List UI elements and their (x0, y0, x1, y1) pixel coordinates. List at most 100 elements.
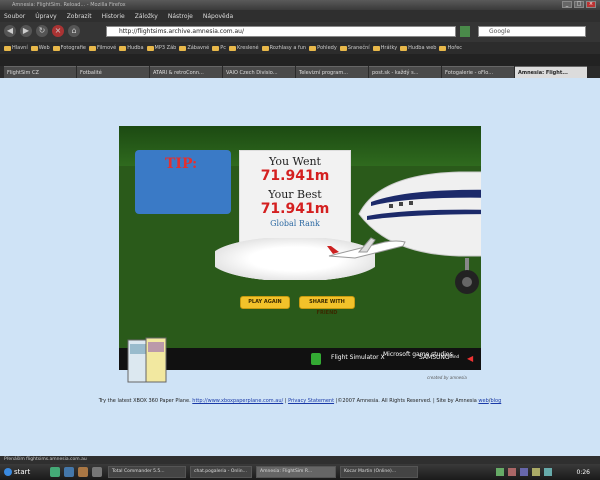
bookmark-folder[interactable]: Hrátky (372, 45, 397, 51)
quicklaunch-icon[interactable] (92, 467, 102, 477)
quicklaunch-icon[interactable] (50, 467, 60, 477)
bookmark-folder[interactable]: Fotografie (52, 45, 86, 51)
start-button[interactable]: start (2, 466, 42, 478)
folder-icon (229, 45, 237, 51)
taskbar-item-chat[interactable]: chat.pogaleria - Onlin... (190, 466, 252, 478)
start-label: start (14, 468, 31, 476)
tab-televizni[interactable]: Televizní program... (296, 66, 368, 78)
search-input[interactable]: Google (478, 26, 586, 37)
menu-soubor[interactable]: Soubor (4, 13, 25, 20)
tray-icon[interactable] (532, 468, 540, 476)
your-best-label: Your Best (268, 188, 322, 201)
maximize-button[interactable]: □ (574, 1, 584, 8)
toolbar-strip (0, 54, 600, 66)
tab-vaio[interactable]: VAIO Czech Divisio... (223, 66, 295, 78)
bookmark-folder[interactable]: Hudba (119, 45, 144, 51)
web-link[interactable]: web (478, 398, 488, 404)
tray-icon[interactable] (508, 468, 516, 476)
folder-icon (88, 45, 96, 51)
bookmark-label: Pohledy (317, 45, 337, 51)
blog-link[interactable]: blog (490, 398, 501, 404)
quicklaunch-icon[interactable] (64, 467, 74, 477)
landing-gear-icon (455, 258, 479, 294)
tab-fotogalerie[interactable]: Fotogalerie - oFlo... (442, 66, 514, 78)
url-text: http://flightsims.archive.amnesia.com.au… (119, 28, 245, 35)
reload-icon[interactable]: ↻ (36, 25, 48, 37)
taskbar-item-total-commander[interactable]: Total Commander 5.5... (108, 466, 186, 478)
folder-icon (146, 45, 154, 51)
taskbar: start Total Commander 5.5... chat.pogale… (0, 464, 600, 480)
taskbar-item-kocar[interactable]: Kocar Martin (Online)... (340, 466, 418, 478)
bookmarks-bar: Hlavní Web Fotografie Filmové Hudba MP3 … (0, 42, 600, 54)
folder-icon (372, 45, 380, 51)
bookmark-folder[interactable]: Zábavné (179, 45, 209, 51)
bookmark-label: Rozhlasy a fun (269, 45, 307, 51)
tab-atari[interactable]: ATARI & retroConn... (150, 66, 222, 78)
bookmark-folder[interactable]: Sraneční (339, 45, 370, 51)
search-placeholder: Google (489, 28, 511, 35)
bookmark-label: MP3 Záb (154, 45, 177, 51)
tab-flightsim[interactable]: FlightSim CZ (4, 66, 76, 78)
bookmark-folder[interactable]: MP3 Záb (146, 45, 177, 51)
bookmark-folder[interactable]: Rozhlasy a fun (261, 45, 307, 51)
go-button[interactable] (460, 26, 470, 37)
menu-historie[interactable]: Historie (102, 13, 125, 20)
bookmark-folder[interactable]: Pohledy (309, 45, 337, 51)
folder-icon (179, 45, 187, 51)
bookmark-label: Kreslené (237, 45, 259, 51)
tab-post[interactable]: post.sk - každý s... (369, 66, 441, 78)
menu-zobrazit[interactable]: Zobrazit (67, 13, 92, 20)
clock: 0:26 (576, 469, 590, 476)
back-icon[interactable]: ◀ (4, 25, 16, 37)
minimize-button[interactable]: _ (562, 1, 572, 8)
bookmark-folder[interactable]: Pc (212, 45, 226, 51)
bookmark-folder[interactable]: Web (30, 45, 50, 51)
bookmark-label: Pc (220, 45, 227, 51)
sound-icon[interactable]: ◀ (467, 355, 475, 363)
menu-nastroje[interactable]: Nástroje (168, 13, 193, 20)
bookmark-folder[interactable]: Hlavní (4, 45, 28, 51)
quicklaunch-icon[interactable] (78, 467, 88, 477)
close-button[interactable]: × (586, 1, 596, 8)
stop-icon[interactable]: × (52, 25, 64, 37)
bookmark-label: Hudba (127, 45, 144, 51)
forward-icon[interactable]: ▶ (20, 25, 32, 37)
tray-icon[interactable] (496, 468, 504, 476)
bookmark-folder[interactable]: Filmové (88, 45, 116, 51)
bookmark-label: Fotografie (60, 45, 86, 51)
folder-icon (309, 45, 317, 51)
tray-icon[interactable] (544, 468, 552, 476)
tray-icon[interactable] (520, 468, 528, 476)
taskbar-item-amnesia[interactable]: Amnesia: FlightSim R... (256, 466, 336, 478)
bookmark-label: Sraneční (347, 45, 370, 51)
tab-fotbalite[interactable]: Fotbalité (77, 66, 149, 78)
window-controls: _ □ × (562, 1, 596, 8)
bookmark-folder[interactable]: Kreslené (229, 45, 259, 51)
menu-bar: Soubor Úpravy Zobrazit Historie Záložky … (0, 10, 600, 22)
bookmark-folder[interactable]: Hudba web (400, 45, 436, 51)
folder-icon (339, 45, 347, 51)
fsx-logo: Flight Simulator X (331, 354, 385, 361)
xbox-logo-icon (311, 353, 321, 365)
menu-upravy[interactable]: Úpravy (35, 13, 56, 20)
menu-napoveda[interactable]: Nápověda (203, 13, 233, 20)
xbox-paperplane-link[interactable]: http://www.xboxpaperplane.com.au/ (192, 398, 283, 404)
privacy-statement-link[interactable]: Privacy Statement (288, 398, 334, 404)
game-boxes-image (127, 337, 167, 383)
play-again-button[interactable]: PLAY AGAIN (240, 296, 290, 309)
start-orb-icon (4, 468, 12, 476)
status-bar: Přenáším flightsims.amnesia.com.au (0, 456, 600, 464)
bookmark-folder[interactable]: Hořec (439, 45, 462, 51)
folder-icon (4, 45, 11, 51)
samsung-logo: SAMSUNG (419, 354, 450, 361)
tab-amnesia[interactable]: Amnesia: Flight... (515, 66, 587, 78)
page-footer: Try the latest XBOX 360 Paper Plane. htt… (98, 398, 502, 404)
status-text: Přenáším flightsims.amnesia.com.au (4, 457, 87, 462)
home-icon[interactable]: ⌂ (68, 25, 80, 37)
url-field[interactable]: http://flightsims.archive.amnesia.com.au… (106, 26, 456, 37)
global-rank-label: Global Rank (270, 219, 320, 228)
share-with-friend-button[interactable]: SHARE WITH FRIEND (299, 296, 355, 316)
game-area[interactable]: TIP: You Went 71.941m Your Best 71.941m … (119, 126, 481, 370)
window-title: Amnesia: FlightSim. Reload... - Mozilla … (12, 2, 126, 8)
menu-zalozky[interactable]: Záložky (135, 13, 158, 20)
